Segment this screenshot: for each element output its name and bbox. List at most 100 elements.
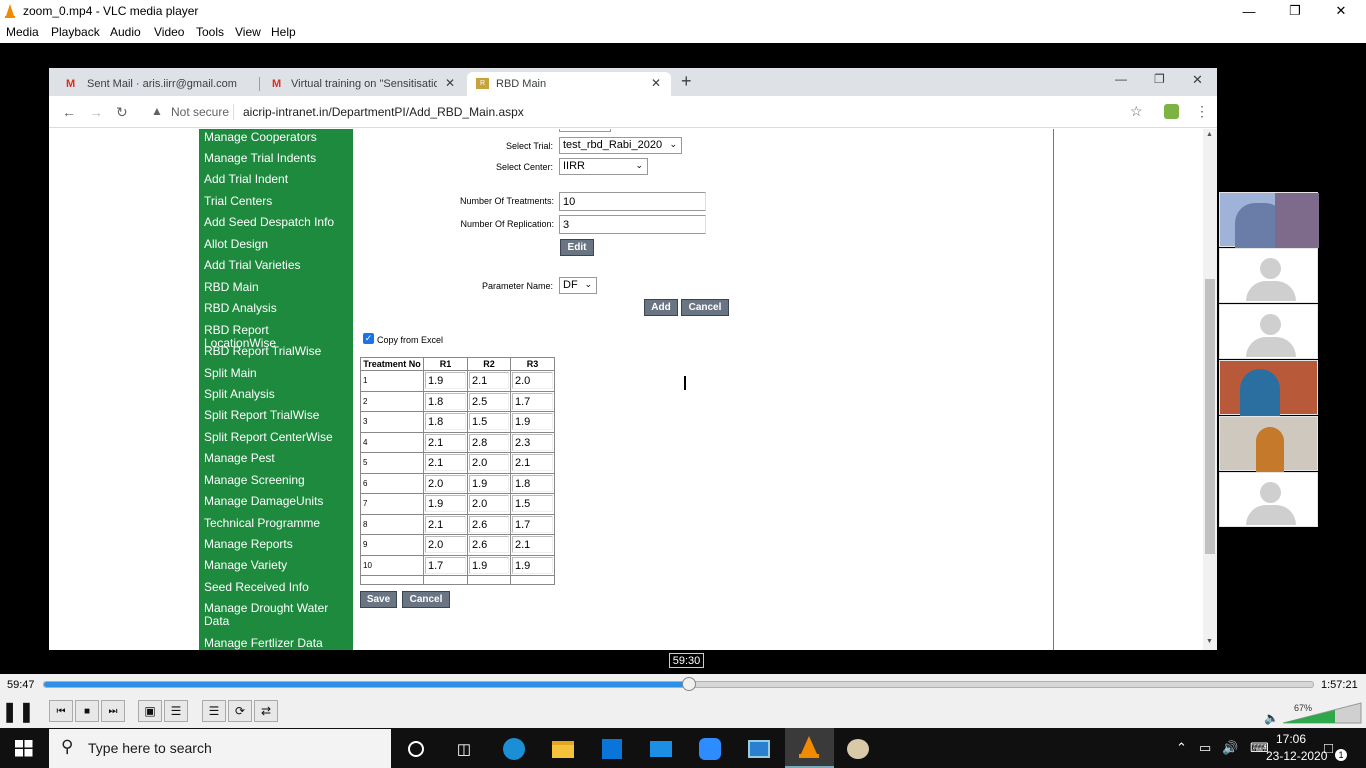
replicate-input[interactable]: 1.9 xyxy=(469,474,509,492)
treatments-input[interactable]: 10 xyxy=(559,192,706,211)
extension-icon[interactable] xyxy=(1164,104,1179,119)
back-icon[interactable]: ← xyxy=(62,104,76,120)
volume-tray-icon[interactable]: 🔊 xyxy=(1222,740,1238,756)
close-icon[interactable]: ✕ xyxy=(445,76,455,90)
reload-icon[interactable]: ↻ xyxy=(116,104,128,121)
participant-video-1[interactable] xyxy=(1219,192,1319,248)
bookmark-star-icon[interactable]: ☆ xyxy=(1130,103,1143,120)
participant-avatar-6[interactable] xyxy=(1219,472,1318,527)
sidebar-link[interactable]: Split Main xyxy=(204,367,344,380)
scrollbar-thumb[interactable] xyxy=(1205,279,1215,554)
close-icon[interactable]: ✕ xyxy=(651,76,661,90)
sidebar-link[interactable]: Manage Variety xyxy=(204,559,344,572)
browser-restore-icon[interactable]: ❐ xyxy=(1154,72,1165,86)
sidebar-link[interactable]: Manage Screening xyxy=(204,474,344,487)
tab-virtual-training[interactable]: M Virtual training on "Sensitisation ✕ xyxy=(263,72,463,96)
copy-excel-checkbox[interactable]: ✓ xyxy=(363,333,374,344)
tab-sent-mail[interactable]: M Sent Mail · aris.iirr@gmail.com xyxy=(57,72,257,96)
stop-button[interactable]: ■ xyxy=(75,700,99,722)
participant-video-5[interactable] xyxy=(1219,416,1318,472)
replicate-input[interactable]: 2.8 xyxy=(469,433,509,451)
participant-avatar-3[interactable] xyxy=(1219,304,1318,359)
menu-audio[interactable]: Audio xyxy=(110,25,141,39)
replicate-input[interactable]: 2.5 xyxy=(469,392,509,410)
sidebar-link[interactable]: Trial Centers xyxy=(204,195,344,208)
fullscreen-button[interactable]: ▣ xyxy=(138,700,162,722)
clock-date[interactable]: 23-12-2020 xyxy=(1266,749,1327,763)
replicate-input[interactable]: 1.8 xyxy=(512,474,553,492)
edit-button[interactable]: Edit xyxy=(560,239,594,256)
minimize-button[interactable]: — xyxy=(1226,0,1272,22)
replicate-input[interactable]: 1.7 xyxy=(512,515,553,533)
security-status[interactable]: Not secure xyxy=(171,105,229,119)
replicate-input[interactable]: 2.6 xyxy=(469,536,509,554)
sidebar-link[interactable]: Split Report TrialWise xyxy=(204,409,344,422)
replicate-input[interactable]: 1.8 xyxy=(425,413,466,431)
shuffle-button[interactable]: ⇄ xyxy=(254,700,278,722)
warning-icon[interactable]: ▲ xyxy=(151,104,163,118)
replicate-input[interactable]: 1.9 xyxy=(512,413,553,431)
mail-icon[interactable] xyxy=(648,736,674,762)
sidebar-link[interactable]: Allot Design xyxy=(204,238,344,251)
sidebar-link[interactable]: Split Analysis xyxy=(204,388,344,401)
restore-button[interactable]: ❐ xyxy=(1272,0,1318,22)
task-view-icon[interactable]: ◫ xyxy=(451,736,477,762)
menu-kebab-icon[interactable]: ⋮ xyxy=(1195,103,1209,120)
replicate-input[interactable]: 2.0 xyxy=(469,454,509,472)
replicate-input[interactable]: 1.7 xyxy=(425,556,466,574)
browser-minimize-icon[interactable]: — xyxy=(1115,72,1127,86)
sidebar-link[interactable]: Manage Drought Water Data xyxy=(204,602,344,628)
new-tab-icon[interactable]: + xyxy=(681,71,692,92)
replicate-input[interactable]: 2.1 xyxy=(425,515,466,533)
sidebar-link[interactable]: Technical Programme xyxy=(204,517,344,530)
sidebar-link[interactable]: Manage Cooperators xyxy=(204,131,344,144)
extended-settings-button[interactable]: ☰ xyxy=(164,700,188,722)
menu-playback[interactable]: Playback xyxy=(51,25,100,39)
menu-help[interactable]: Help xyxy=(271,25,296,39)
windows-start-icon[interactable] xyxy=(15,740,33,757)
replicate-input[interactable]: 1.9 xyxy=(512,556,553,574)
sidebar-link[interactable]: Split Report CenterWise xyxy=(204,431,344,444)
sidebar-link[interactable]: Manage Pest xyxy=(204,452,344,465)
replicate-input[interactable]: 1.7 xyxy=(512,392,553,410)
zoom-icon[interactable] xyxy=(697,736,723,762)
select-center-dropdown[interactable]: IIRR ⌄ xyxy=(559,158,648,175)
paint-icon[interactable] xyxy=(845,736,871,762)
replicate-input[interactable]: 2.1 xyxy=(425,433,466,451)
vlc-taskbar-active[interactable] xyxy=(785,728,834,768)
previous-button[interactable]: ⏮ xyxy=(49,700,73,722)
pause-button[interactable]: ❚❚ xyxy=(1,700,35,723)
url-field[interactable]: aicrip-intranet.in/DepartmentPI/Add_RBD_… xyxy=(243,105,524,119)
menu-view[interactable]: View xyxy=(235,25,261,39)
replicate-input[interactable]: 2.3 xyxy=(512,433,553,451)
sidebar-link[interactable]: RBD Analysis xyxy=(204,302,344,315)
browser-close-icon[interactable]: ✕ xyxy=(1192,72,1203,88)
forward-icon[interactable]: → xyxy=(89,104,103,120)
replicate-input[interactable]: 2.0 xyxy=(469,495,509,513)
sidebar-link[interactable]: Add Trial Indent xyxy=(204,173,344,186)
sidebar-link[interactable]: Manage DamageUnits xyxy=(204,495,344,508)
participant-video-4[interactable] xyxy=(1219,360,1318,416)
cancel-button[interactable]: Cancel xyxy=(681,299,729,316)
replicate-input[interactable]: 1.9 xyxy=(425,495,466,513)
replicate-input[interactable]: 1.5 xyxy=(469,413,509,431)
select-trial-dropdown[interactable]: test_rbd_Rabi_2020 ⌄ xyxy=(559,137,682,154)
sidebar-link[interactable]: RBD Main xyxy=(204,281,344,294)
sidebar-link[interactable]: Manage Fertlizer Data xyxy=(204,637,344,650)
tray-chevron-icon[interactable]: ⌃ xyxy=(1176,740,1187,756)
file-explorer-icon[interactable] xyxy=(550,736,576,762)
replicate-input[interactable]: 2.1 xyxy=(469,372,509,390)
replicate-input[interactable]: 2.1 xyxy=(512,536,553,554)
participant-avatar-2[interactable] xyxy=(1219,248,1318,303)
network-icon[interactable]: ▭ xyxy=(1199,740,1211,756)
sidebar-link[interactable]: Manage Reports xyxy=(204,538,344,551)
speaker-icon[interactable]: 🔈 xyxy=(1264,711,1279,725)
sidebar-link[interactable]: Add Seed Despatch Info xyxy=(204,216,344,229)
menu-media[interactable]: Media xyxy=(6,25,39,39)
loop-button[interactable]: ⟳ xyxy=(228,700,252,722)
replicate-input[interactable]: 1.9 xyxy=(425,372,466,390)
store-icon[interactable] xyxy=(599,736,625,762)
save-button[interactable]: Save xyxy=(360,591,397,608)
replication-input[interactable]: 3 xyxy=(559,215,706,234)
replicate-input[interactable]: 2.1 xyxy=(512,454,553,472)
